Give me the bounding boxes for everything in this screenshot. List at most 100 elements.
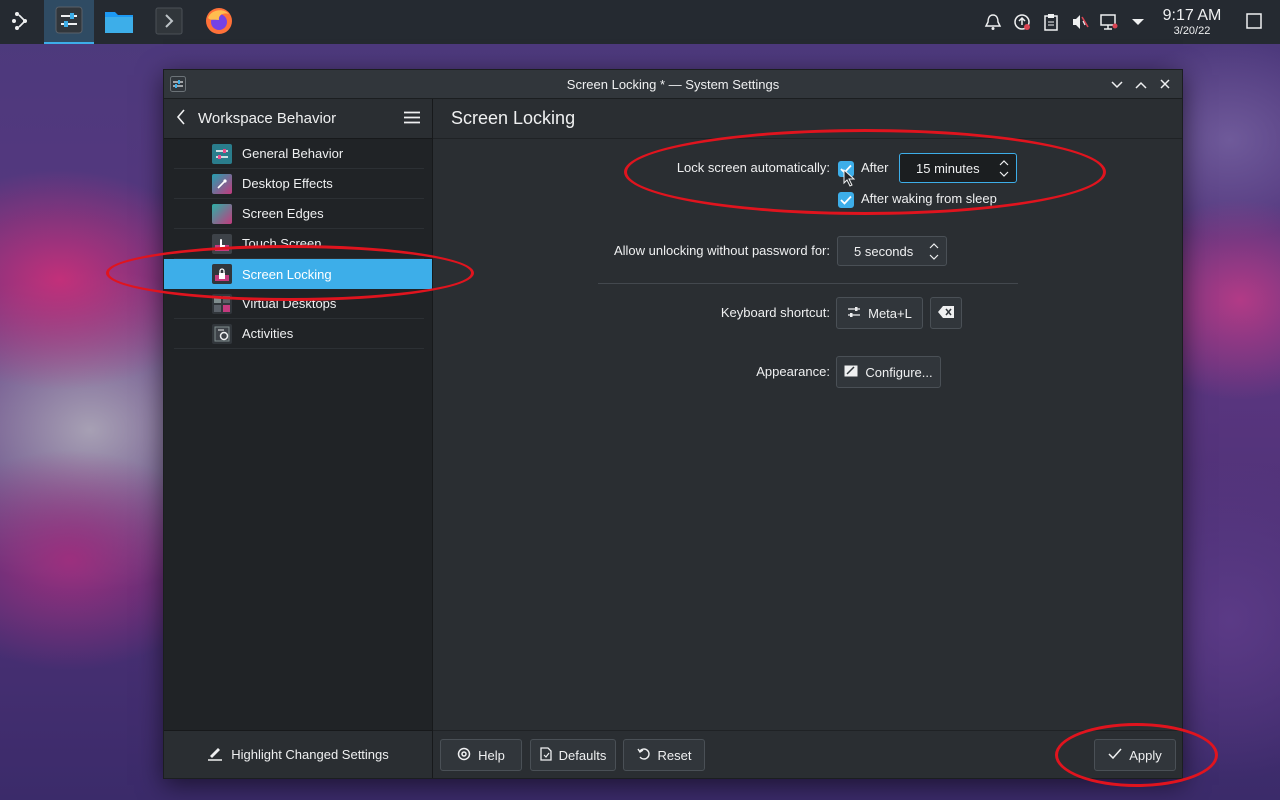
sidebar-item-touch-screen[interactable]: Touch Screen <box>174 229 424 259</box>
mouse-cursor-icon <box>843 168 856 190</box>
sidebar: Workspace Behavior General Behavior Desk… <box>164 99 433 778</box>
appearance-label: Appearance: <box>756 364 830 379</box>
chevron-left-icon <box>176 109 186 128</box>
configure-button[interactable]: Configure... <box>836 356 941 388</box>
close-button[interactable] <box>1154 73 1176 95</box>
show-desktop-button[interactable] <box>1228 0 1280 44</box>
spin-down-button[interactable] <box>998 168 1010 179</box>
sidebar-item-label: Desktop Effects <box>242 176 333 191</box>
maximize-button[interactable] <box>1130 73 1152 95</box>
category-list: General Behavior Desktop Effects Screen … <box>164 139 432 349</box>
expand-tray-icon[interactable] <box>1123 0 1152 44</box>
sidebar-item-screen-edges[interactable]: Screen Edges <box>174 199 424 229</box>
clock-time: 9:17 AM <box>1162 6 1222 24</box>
apply-label: Apply <box>1129 747 1162 763</box>
sidebar-item-label: General Behavior <box>242 146 344 161</box>
file-manager-task[interactable] <box>94 0 144 44</box>
close-icon <box>1160 77 1170 92</box>
shortcut-button[interactable]: Meta+L <box>836 297 923 329</box>
sidebar-item-label: Virtual Desktops <box>242 296 337 311</box>
back-button[interactable] <box>164 99 198 139</box>
sliders-icon <box>847 306 861 321</box>
sidebar-item-virtual-desktops[interactable]: Virtual Desktops <box>174 289 424 319</box>
document-icon <box>539 746 552 764</box>
help-button[interactable]: Help <box>440 739 522 771</box>
section-separator <box>598 283 1018 284</box>
sidebar-item-label: Screen Edges <box>242 206 324 221</box>
app-launcher-button[interactable] <box>0 0 44 44</box>
unlock-grace-spinbox[interactable]: 5 seconds <box>837 236 947 266</box>
screen-edges-icon <box>212 203 232 224</box>
window-titlebar[interactable]: Screen Locking * — System Settings <box>164 70 1182 99</box>
after-sleep-checkbox[interactable] <box>838 192 854 208</box>
reset-label: Reset <box>657 747 692 763</box>
spin-up-button[interactable] <box>998 157 1010 168</box>
page-title: Screen Locking <box>451 108 576 128</box>
defaults-label: Defaults <box>558 747 607 763</box>
settings-sliders-icon <box>55 6 83 37</box>
footer-bar: Help Defaults Reset Apply <box>433 730 1182 778</box>
unlock-grace-value: 5 seconds <box>854 243 914 259</box>
clear-shortcut-button[interactable] <box>930 297 962 329</box>
main-pane: Screen Locking Lock screen automatically… <box>433 99 1182 778</box>
notifications-icon[interactable] <box>978 0 1007 44</box>
terminal-icon <box>155 7 183 38</box>
general-behavior-icon <box>212 143 232 164</box>
sidebar-item-screen-locking[interactable]: Screen Locking <box>164 259 432 289</box>
unlock-grace-label: Allow unlocking without password for: <box>613 243 830 258</box>
sidebar-item-general-behavior[interactable]: General Behavior <box>174 139 424 169</box>
defaults-button[interactable]: Defaults <box>530 739 616 771</box>
system-settings-window: Screen Locking * — System Settings Works… <box>163 69 1183 779</box>
activities-icon <box>212 323 232 344</box>
desktop-effects-icon <box>212 173 232 194</box>
sidebar-item-label: Screen Locking <box>242 266 332 282</box>
folder-icon <box>104 8 134 37</box>
shortcut-label: Keyboard shortcut: <box>720 305 830 320</box>
reset-button[interactable]: Reset <box>623 739 705 771</box>
chevron-down-icon <box>1111 77 1123 92</box>
taskbar: 9:17 AM 3/20/22 <box>0 0 1280 44</box>
system-tray: 9:17 AM 3/20/22 <box>978 0 1280 44</box>
digital-clock[interactable]: 9:17 AM 3/20/22 <box>1156 7 1228 38</box>
configure-label: Configure... <box>865 364 933 380</box>
app-launcher-icon <box>11 10 33 35</box>
sidebar-item-label: Touch Screen <box>242 236 322 251</box>
virtual-desktops-icon <box>212 293 232 314</box>
edit-icon <box>844 365 858 380</box>
clock-date: 3/20/22 <box>1173 24 1211 37</box>
sidebar-item-desktop-effects[interactable]: Desktop Effects <box>174 169 424 199</box>
hamburger-menu-button[interactable] <box>392 99 432 139</box>
help-label: Help <box>478 747 505 763</box>
sidebar-item-activities[interactable]: Activities <box>174 319 424 349</box>
spin-up-button[interactable] <box>928 240 940 251</box>
show-desktop-icon <box>1245 12 1263 33</box>
terminal-task[interactable] <box>144 0 194 44</box>
lock-auto-label: Lock screen automatically: <box>676 160 830 175</box>
lock-timeout-value: 15 minutes <box>916 160 980 176</box>
minimize-button[interactable] <box>1106 73 1128 95</box>
help-icon <box>457 747 471 764</box>
hamburger-icon <box>404 111 420 127</box>
apply-button[interactable]: Apply <box>1094 739 1176 771</box>
network-icon[interactable] <box>1094 0 1123 44</box>
spin-down-button[interactable] <box>928 251 940 262</box>
highlighter-icon <box>207 745 223 764</box>
update-icon[interactable] <box>1007 0 1036 44</box>
undo-icon <box>636 747 651 764</box>
sidebar-item-label: Activities <box>242 326 294 341</box>
highlight-changed-settings-label: Highlight Changed Settings <box>231 747 389 762</box>
backspace-icon <box>938 305 954 321</box>
lock-timeout-spinbox[interactable]: 15 minutes <box>899 153 1017 183</box>
window-title: Screen Locking * — System Settings <box>566 76 780 92</box>
sidebar-header: Workspace Behavior <box>164 99 432 139</box>
screen-locking-icon <box>212 264 232 284</box>
volume-muted-icon[interactable] <box>1065 0 1094 44</box>
firefox-task[interactable] <box>194 0 244 44</box>
clipboard-icon[interactable] <box>1036 0 1065 44</box>
chevron-up-icon <box>1135 77 1147 92</box>
checkmark-icon <box>1108 748 1122 763</box>
after-label[interactable]: After <box>861 160 888 175</box>
after-sleep-label[interactable]: After waking from sleep <box>861 191 997 206</box>
highlight-changed-settings-button[interactable]: Highlight Changed Settings <box>164 730 432 778</box>
system-settings-task[interactable] <box>44 0 94 44</box>
